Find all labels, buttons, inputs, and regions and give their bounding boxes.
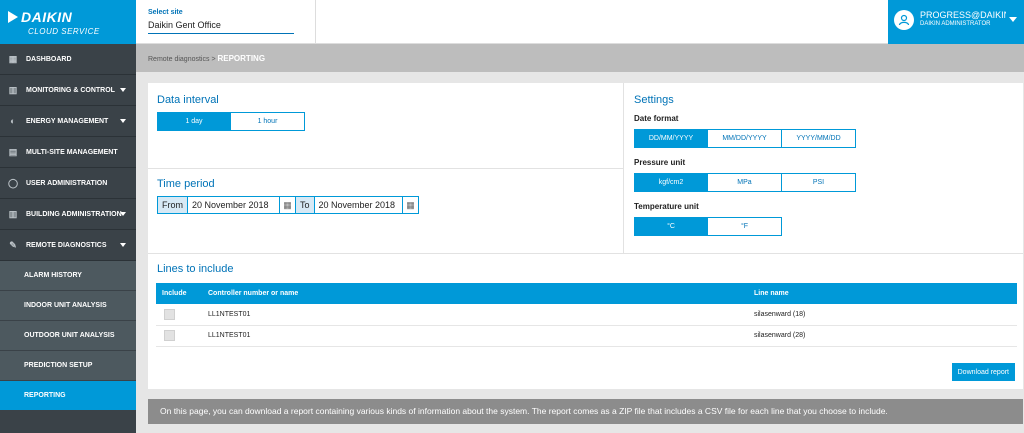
pressure-unit-option[interactable]: MPa xyxy=(708,173,782,192)
table-row: LL1NTEST01 silasenward (18) xyxy=(156,304,1017,326)
data-interval-title: Data interval xyxy=(157,94,219,106)
interval-option[interactable]: 1 hour xyxy=(231,112,305,131)
user-role: DAIKIN ADMINISTRATOR xyxy=(920,21,991,27)
settings-panel: Settings Date format DD/MM/YYYY MM/DD/YYY… xyxy=(624,83,1023,253)
sidebar-item-dashboard[interactable]: ▦ DASHBOARD xyxy=(0,44,136,75)
date-format-option[interactable]: MM/DD/YYYY xyxy=(708,129,782,148)
site-selector[interactable]: Select site Daikin Gent Office xyxy=(136,0,316,44)
download-report-button[interactable]: Download report xyxy=(951,363,1015,381)
sidebar-nav: ▦ DASHBOARD ▥ MONITORING & CONTROL ◐ ENERGY M… xyxy=(0,44,136,261)
pressure-unit-label: Pressure unit xyxy=(634,158,686,167)
sidebar-item-label: BUILDING ADMINISTRATION xyxy=(26,210,122,218)
sidebar-subitem-prediction-setup[interactable]: PREDICTION SETUP xyxy=(0,351,136,381)
from-label: From xyxy=(158,197,188,213)
calendar-icon[interactable]: ▦ xyxy=(279,197,295,213)
column-header: Include xyxy=(156,283,202,304)
sidebar-subitem-alarm-history[interactable]: ALARM HISTORY xyxy=(0,261,136,291)
column-header: Line name xyxy=(748,283,1017,304)
breadcrumb-parent[interactable]: Remote diagnostics xyxy=(148,56,209,63)
building-icon: ▥ xyxy=(8,84,18,95)
chevron-down-icon xyxy=(120,243,126,247)
daikin-logo[interactable]: DAIKIN CLOUD SERVICE xyxy=(0,0,136,44)
building-admin-icon: ▥ xyxy=(8,208,18,219)
sites-icon: ▤ xyxy=(8,146,18,157)
from-date-input[interactable]: 20 November 2018 xyxy=(188,200,279,210)
avatar-user-icon xyxy=(894,10,914,30)
info-note: On this page, you can download a report … xyxy=(148,399,1023,424)
table-header: Include Controller number or name Line nam… xyxy=(156,283,1017,304)
include-checkbox[interactable] xyxy=(164,308,175,320)
temperature-unit-option[interactable]: °C xyxy=(634,217,708,236)
temperature-unit-label: Temperature unit xyxy=(634,202,699,211)
brand-name: DAIKIN xyxy=(21,9,73,25)
user-name: PROGRESS@DAIKIN... xyxy=(920,10,1006,20)
sidebar-item-label: ENERGY MANAGEMENT xyxy=(26,117,109,125)
temperature-unit-toggle: °C °F xyxy=(634,217,856,236)
breadcrumb: Remote diagnostics > REPORTING xyxy=(136,44,1024,72)
time-period-title: Time period xyxy=(157,178,215,190)
lines-section: Lines to include Include Controller numbe… xyxy=(148,253,1023,347)
to-date-input[interactable]: 20 November 2018 xyxy=(315,200,402,210)
sidebar-item-label: DASHBOARD xyxy=(26,55,72,63)
sidebar-item-remote-diagnostics[interactable]: ✎ REMOTE DIAGNOSTICS xyxy=(0,230,136,261)
chevron-down-icon xyxy=(120,119,126,123)
interval-option[interactable]: 1 day xyxy=(157,112,231,131)
data-interval-toggle: 1 day 1 hour xyxy=(157,112,305,131)
user-icon: ◯ xyxy=(7,177,19,188)
lines-title: Lines to include xyxy=(157,263,234,275)
sidebar-item-label: REMOTE DIAGNOSTICS xyxy=(26,241,107,249)
wrench-icon: ✎ xyxy=(9,239,17,250)
top-header: Select site Daikin Gent Office PROGRESS@… xyxy=(136,0,1024,44)
sidebar-item-label: MONITORING & CONTROL xyxy=(26,86,115,94)
date-format-option[interactable]: YYYY/MM/DD xyxy=(782,129,856,148)
lines-table: Include Controller number or name Line nam… xyxy=(156,283,1017,347)
to-label: To xyxy=(296,197,315,213)
date-format-option[interactable]: DD/MM/YYYY xyxy=(634,129,708,148)
chevron-down-icon xyxy=(120,88,126,92)
date-format-toggle: DD/MM/YYYY MM/DD/YYYY YYYY/MM/DD xyxy=(634,129,856,148)
calendar-icon[interactable]: ▦ xyxy=(402,197,418,213)
sidebar-item-user-administration[interactable]: ◯ USER ADMINISTRATION xyxy=(0,168,136,199)
date-format-label: Date format xyxy=(634,114,679,123)
controller-cell: LL1NTEST01 xyxy=(202,304,748,326)
site-label: Select site xyxy=(148,9,183,16)
line-name-cell: silasenward (28) xyxy=(748,325,1017,347)
column-header: Controller number or name xyxy=(202,283,748,304)
sidebar-item-label: USER ADMINISTRATION xyxy=(26,179,108,187)
site-input[interactable]: Daikin Gent Office xyxy=(148,20,294,34)
sidebar: DAIKIN CLOUD SERVICE ▦ DASHBOARD ▥ MONITORI… xyxy=(0,0,136,433)
sidebar-item-energy-management[interactable]: ◐ ENERGY MANAGEMENT xyxy=(0,106,136,137)
include-checkbox[interactable] xyxy=(164,330,175,341)
sidebar-subnav: ALARM HISTORY INDOOR UNIT ANALYSIS OUTDOOR… xyxy=(0,261,136,411)
date-range: From 20 November 2018 ▦ To 20 November 2… xyxy=(157,196,419,214)
pressure-unit-option[interactable]: PSI xyxy=(782,173,856,192)
sidebar-item-monitoring-control[interactable]: ▥ MONITORING & CONTROL xyxy=(0,75,136,106)
controller-cell: LL1NTEST01 xyxy=(202,325,748,347)
chevron-down-icon xyxy=(120,212,126,216)
left-panel: Data interval 1 day 1 hour Time period Fr… xyxy=(148,83,624,253)
sidebar-item-multi-site-management[interactable]: ▤ MULTI-SITE MANAGEMENT xyxy=(0,137,136,168)
sidebar-item-building-administration[interactable]: ▥ BUILDING ADMINISTRATION xyxy=(0,199,136,230)
line-name-cell: silasenward (18) xyxy=(748,304,1017,326)
breadcrumb-separator: > xyxy=(211,56,216,63)
energy-icon: ◐ xyxy=(10,116,16,126)
breadcrumb-current: REPORTING xyxy=(217,54,266,63)
chevron-down-icon[interactable] xyxy=(1009,17,1017,22)
sidebar-subitem-outdoor-unit-analysis[interactable]: OUTDOOR UNIT ANALYSIS xyxy=(0,321,136,351)
sidebar-subitem-indoor-unit-analysis[interactable]: INDOOR UNIT ANALYSIS xyxy=(0,291,136,321)
report-panel: Data interval 1 day 1 hour Time period Fr… xyxy=(148,83,1023,389)
table-row: LL1NTEST01 silasenward (28) xyxy=(156,325,1017,347)
sidebar-item-label: MULTI-SITE MANAGEMENT xyxy=(26,148,118,156)
grid-icon: ▦ xyxy=(8,53,18,64)
pressure-unit-option[interactable]: kgf/cm2 xyxy=(634,173,708,192)
pressure-unit-toggle: kgf/cm2 MPa PSI xyxy=(634,173,856,192)
sidebar-subitem-reporting[interactable]: REPORTING xyxy=(0,381,136,411)
user-menu[interactable]: PROGRESS@DAIKIN... DAIKIN ADMINISTRATOR xyxy=(888,0,1024,44)
daikin-mark-icon xyxy=(8,11,18,23)
temperature-unit-option[interactable]: °F xyxy=(708,217,782,236)
settings-title: Settings xyxy=(634,94,674,106)
brand-sub: CLOUD SERVICE xyxy=(28,27,100,36)
